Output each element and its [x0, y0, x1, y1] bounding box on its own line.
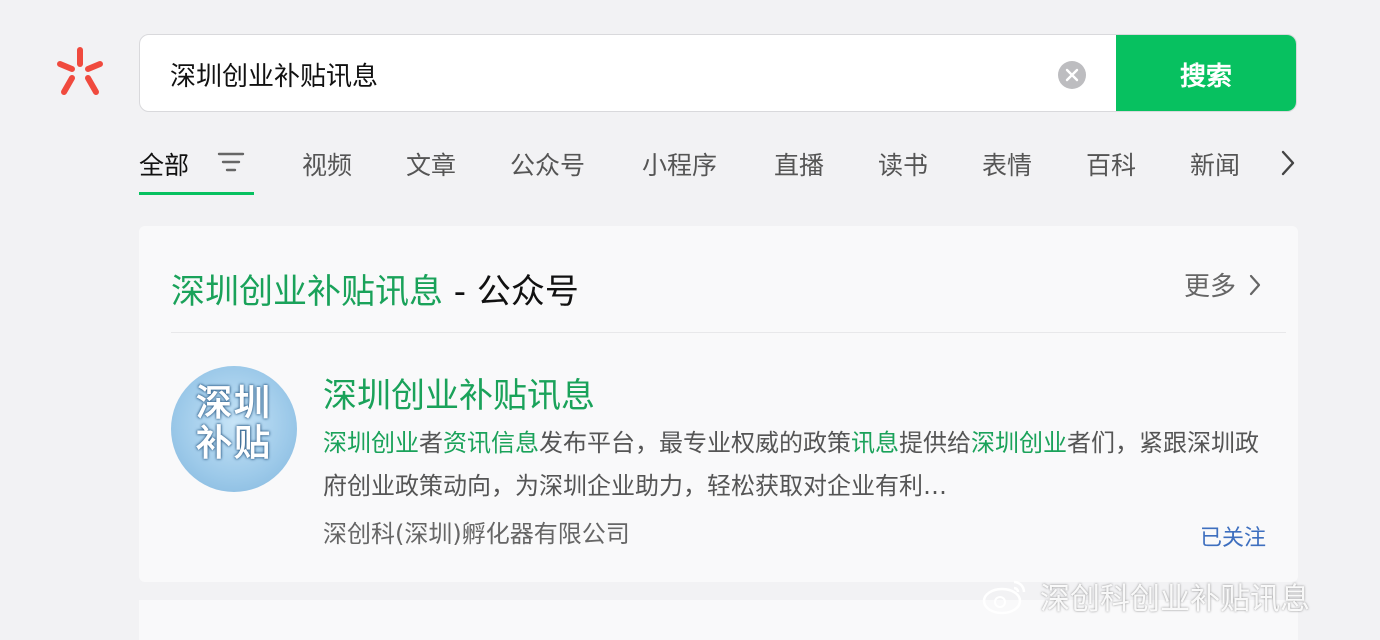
filter-icon[interactable] — [217, 150, 245, 174]
tab-all[interactable]: 全部 — [139, 146, 189, 182]
clear-icon[interactable] — [1058, 61, 1086, 89]
divider — [171, 332, 1286, 333]
section-title: 深圳创业补贴讯息 - 公众号 — [171, 264, 579, 313]
search-box: 搜索 — [139, 34, 1297, 112]
tab-encyclopedia[interactable]: 百科 — [1086, 146, 1136, 182]
active-tab-indicator — [139, 192, 254, 195]
chevron-right-icon[interactable] — [1277, 146, 1299, 180]
tab-reading[interactable]: 读书 — [878, 146, 928, 182]
desc-text: 提供给 — [899, 429, 971, 457]
tab-video[interactable]: 视频 — [302, 146, 352, 182]
account-avatar[interactable]: 深圳补贴 — [171, 366, 297, 492]
avatar-text: 深圳补贴 — [195, 383, 272, 464]
tab-official-account[interactable]: 公众号 — [510, 146, 585, 182]
search-input[interactable] — [170, 35, 1030, 111]
desc-highlight: 资讯信息 — [443, 429, 539, 457]
more-label: 更多 — [1183, 272, 1236, 302]
account-description: 深圳创业者资讯信息发布平台，最专业权威的政策讯息提供给深圳创业者们，紧跟深圳政府… — [323, 422, 1263, 508]
desc-highlight: 讯息 — [851, 429, 899, 457]
tab-emoji[interactable]: 表情 — [982, 146, 1032, 182]
account-name[interactable]: 深圳创业补贴讯息 — [323, 368, 595, 417]
followed-button[interactable]: 已关注 — [1200, 520, 1266, 552]
search-tabs: 全部 视频 文章 公众号 小程序 直播 读书 表情 百科 新闻 — [139, 140, 1309, 196]
section-title-type: 公众号 — [476, 272, 579, 312]
search-button[interactable]: 搜索 — [1116, 35, 1296, 111]
official-account-section: 深圳创业补贴讯息 - 公众号 更多 深圳补贴 深圳创业补贴讯息 深圳创业者资讯信… — [139, 226, 1298, 582]
tab-mini-program[interactable]: 小程序 — [642, 146, 717, 182]
tab-article[interactable]: 文章 — [406, 146, 456, 182]
account-owner: 深创科(深圳)孵化器有限公司 — [323, 520, 630, 548]
chevron-right-icon — [1249, 274, 1261, 295]
desc-highlight: 深圳创业 — [971, 429, 1067, 457]
section-title-keyword: 深圳创业补贴讯息 — [171, 272, 443, 312]
weibo-icon — [982, 580, 1026, 615]
more-link[interactable]: 更多 — [1184, 266, 1262, 303]
watermark-text: 深创科创业补贴讯息 — [1040, 582, 1310, 617]
tab-news[interactable]: 新闻 — [1190, 146, 1240, 182]
tab-live[interactable]: 直播 — [774, 146, 824, 182]
desc-text: 者 — [419, 429, 443, 457]
watermark: 深创科创业补贴讯息 — [980, 574, 1310, 618]
section-title-separator: - — [443, 272, 477, 312]
desc-text: 发布平台，最专业权威的政策 — [539, 429, 851, 457]
desc-highlight: 深圳创业 — [323, 429, 419, 457]
app-logo-icon[interactable] — [52, 46, 108, 102]
